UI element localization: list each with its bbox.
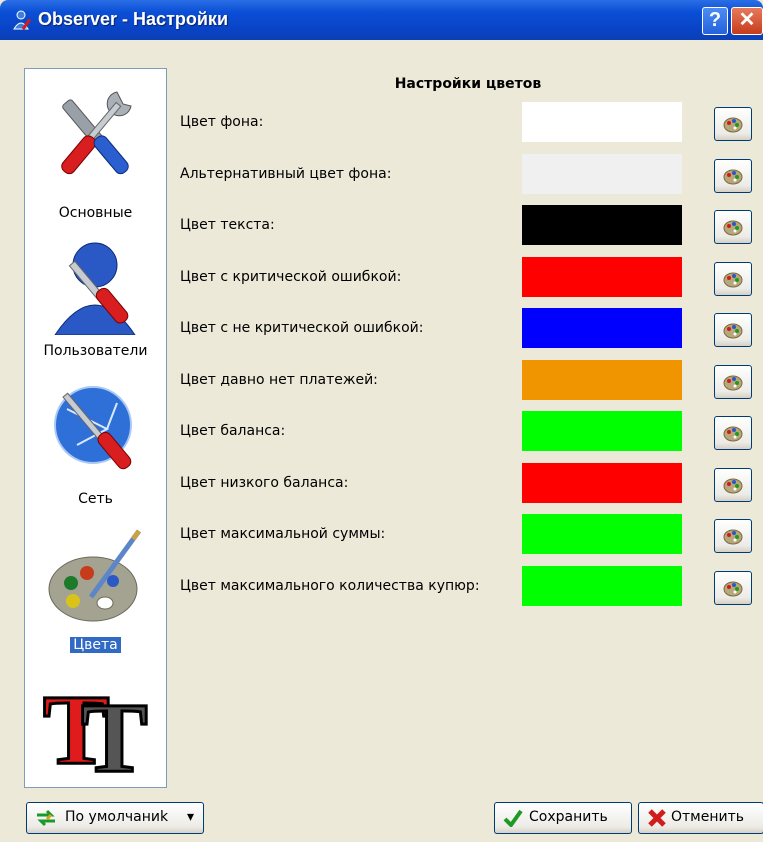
- color-setting-label: Альтернативный цвет фона:: [180, 165, 392, 182]
- palette-icon: [723, 426, 743, 442]
- window-title: Observer - Настройки: [38, 9, 229, 29]
- sidebar-item-label: Пользователи: [43, 343, 148, 359]
- palette-icon: [723, 581, 743, 596]
- sidebar-item-fonts[interactable]: T T: [25, 669, 166, 787]
- pick-color-button[interactable]: [714, 467, 752, 502]
- color-swatch[interactable]: [522, 462, 682, 503]
- color-swatch[interactable]: [522, 359, 682, 400]
- sidebar-item-users[interactable]: Пользователи: [25, 229, 166, 369]
- pick-color-button[interactable]: [714, 210, 752, 244]
- color-setting-label: Цвет низкого баланса:: [180, 474, 349, 491]
- palette-icon: [48, 529, 142, 622]
- save-label: Сохранить: [529, 809, 608, 825]
- palette-icon: [723, 375, 743, 390]
- defaults-button[interactable]: По умолчаниk ▾: [26, 802, 204, 834]
- color-setting-row: Цвет баланса:: [178, 411, 758, 451]
- pick-color-button[interactable]: [714, 107, 752, 141]
- defaults-label: По умолчаниk: [65, 809, 169, 825]
- sidebar-item-label: Сеть: [78, 491, 113, 507]
- color-setting-label: Цвет максимальной суммы:: [180, 526, 386, 542]
- cancel-label: Отменить: [671, 809, 745, 825]
- pick-color-button[interactable]: [714, 261, 752, 296]
- pick-color-button[interactable]: [714, 570, 752, 605]
- color-setting-label: Цвет текста:: [180, 217, 275, 233]
- palette-icon: [723, 272, 743, 287]
- color-setting-label: Цвет максимального количества купюр:: [180, 577, 480, 594]
- pick-color-button[interactable]: [714, 158, 752, 193]
- chevron-down-icon: ▾: [187, 809, 195, 825]
- pick-color-button[interactable]: [714, 519, 752, 553]
- palette-icon: [723, 529, 743, 545]
- color-setting-row: Цвет фона:: [178, 102, 758, 142]
- sidebar-item-label: Цвета: [25, 636, 166, 654]
- palette-icon: [723, 323, 743, 339]
- color-swatch[interactable]: [522, 256, 682, 297]
- refresh-icon: [37, 809, 55, 827]
- save-button[interactable]: Сохранить: [494, 802, 632, 834]
- cross-icon: [648, 809, 666, 827]
- color-setting-label: Цвет фона:: [180, 114, 264, 130]
- palette-icon: [723, 478, 743, 493]
- settings-sidebar: Основные Пользователи Сеть Цвета T T: [24, 68, 167, 788]
- pick-color-button[interactable]: [714, 313, 752, 347]
- palette-icon: [723, 117, 743, 133]
- color-swatch[interactable]: [522, 308, 682, 348]
- color-swatch[interactable]: [522, 514, 682, 554]
- color-setting-label: Цвет баланса:: [180, 423, 286, 439]
- user-tools-icon: [54, 242, 136, 335]
- palette-icon: [723, 169, 743, 184]
- color-setting-row: Цвет текста:: [178, 205, 758, 245]
- color-setting-row: Цвет низкого баланса:: [178, 462, 758, 503]
- color-swatch[interactable]: [522, 153, 682, 194]
- sidebar-item-network[interactable]: Сеть: [25, 369, 166, 519]
- title-bar[interactable]: Observer - Настройки ? ✕: [0, 0, 763, 40]
- color-setting-row: Цвет с не критической ошибкой:: [178, 308, 758, 348]
- color-setting-row: Цвет максимального количества купюр:: [178, 565, 758, 606]
- font-icon: T T: [42, 675, 150, 775]
- help-button[interactable]: ?: [702, 7, 728, 35]
- sidebar-item-general[interactable]: Основные: [25, 69, 166, 229]
- color-setting-row: Цвет максимальной суммы:: [178, 514, 758, 554]
- color-setting-row: Цвет давно нет платежей:: [178, 359, 758, 400]
- color-swatch[interactable]: [522, 565, 682, 606]
- color-swatch[interactable]: [522, 411, 682, 451]
- color-setting-row: Цвет с критической ошибкой:: [178, 256, 758, 297]
- section-heading: Настройки цветов: [394, 76, 542, 92]
- svg-text:T: T: [81, 682, 148, 775]
- sidebar-item-label: Основные: [58, 205, 133, 221]
- pick-color-button[interactable]: [714, 416, 752, 450]
- close-button[interactable]: ✕: [731, 7, 763, 35]
- color-swatch[interactable]: [522, 205, 682, 245]
- palette-icon: [723, 220, 743, 236]
- color-setting-row: Альтернативный цвет фона:: [178, 153, 758, 194]
- pick-color-button[interactable]: [714, 364, 752, 399]
- sidebar-item-colors[interactable]: Цвета: [25, 519, 166, 669]
- network-tools-icon: [54, 386, 132, 470]
- tools-icon: [61, 91, 132, 175]
- color-setting-label: Цвет с не критической ошибкой:: [180, 320, 424, 336]
- color-setting-label: Цвет с критической ошибкой:: [180, 268, 402, 285]
- app-icon: [13, 10, 32, 31]
- cancel-button[interactable]: Отменить: [638, 802, 763, 834]
- checkmark-icon: [503, 809, 523, 827]
- color-swatch[interactable]: [522, 102, 682, 142]
- color-setting-label: Цвет давно нет платежей:: [180, 371, 378, 388]
